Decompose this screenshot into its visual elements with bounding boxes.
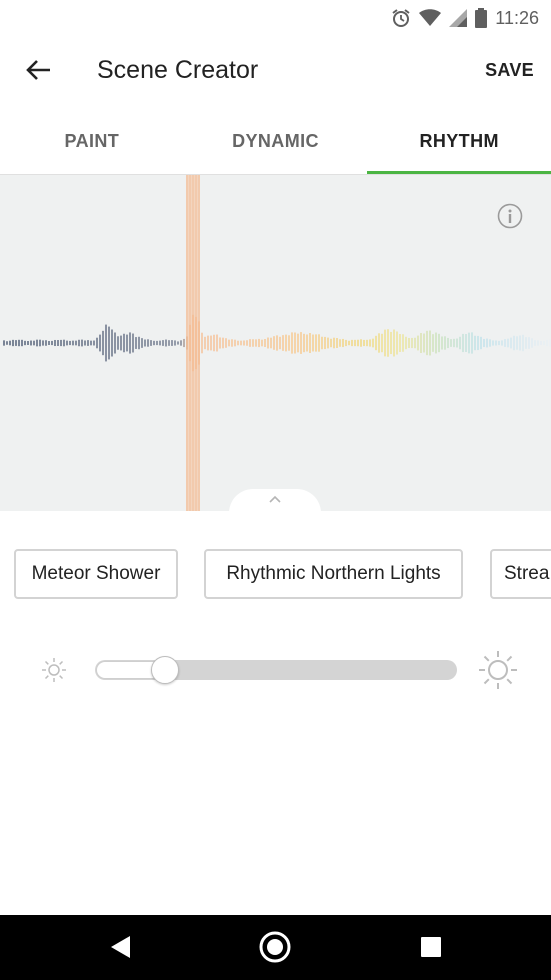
- page-title: Scene Creator: [97, 56, 259, 84]
- system-nav-bar: [0, 915, 551, 980]
- recents-square-icon[interactable]: [421, 937, 441, 962]
- back-button[interactable]: [22, 58, 54, 86]
- status-bar: 11:26: [0, 0, 551, 36]
- arrow-left-icon: [25, 59, 51, 86]
- brightness-track[interactable]: [95, 660, 457, 680]
- app-bar: Scene Creator SAVE: [0, 36, 551, 108]
- waveform-visualization: [3, 175, 551, 511]
- chip-partial-next[interactable]: Strea: [490, 549, 551, 599]
- save-button[interactable]: SAVE: [485, 60, 534, 81]
- alarm-icon: [391, 8, 411, 28]
- battery-icon: [475, 8, 488, 28]
- chevron-up-icon: [268, 489, 282, 513]
- info-icon[interactable]: [497, 203, 523, 229]
- chip-rhythmic-northern-lights[interactable]: Rhythmic Northern Lights: [204, 549, 463, 599]
- signal-icon: [449, 9, 468, 27]
- home-circle-icon[interactable]: [259, 931, 291, 968]
- chip-meteor-shower[interactable]: Meteor Shower: [14, 549, 178, 599]
- tab-dynamic[interactable]: DYNAMIC: [184, 108, 368, 174]
- scene-chip-row[interactable]: Meteor Shower Rhythmic Northern Lights S…: [0, 549, 551, 605]
- waveform-panel[interactable]: [0, 174, 551, 513]
- brightness-slider-row: [0, 646, 551, 694]
- sun-large-icon: [478, 650, 518, 695]
- sun-small-icon: [40, 656, 68, 689]
- tab-paint[interactable]: PAINT: [0, 108, 184, 174]
- brightness-thumb[interactable]: [150, 656, 179, 684]
- tab-bar: PAINT DYNAMIC RHYTHM: [0, 108, 551, 174]
- back-triangle-icon[interactable]: [110, 935, 132, 964]
- expand-handle[interactable]: [229, 489, 321, 513]
- wifi-icon: [419, 9, 442, 27]
- tab-rhythm[interactable]: RHYTHM: [367, 108, 551, 174]
- status-time: 11:26: [495, 7, 539, 28]
